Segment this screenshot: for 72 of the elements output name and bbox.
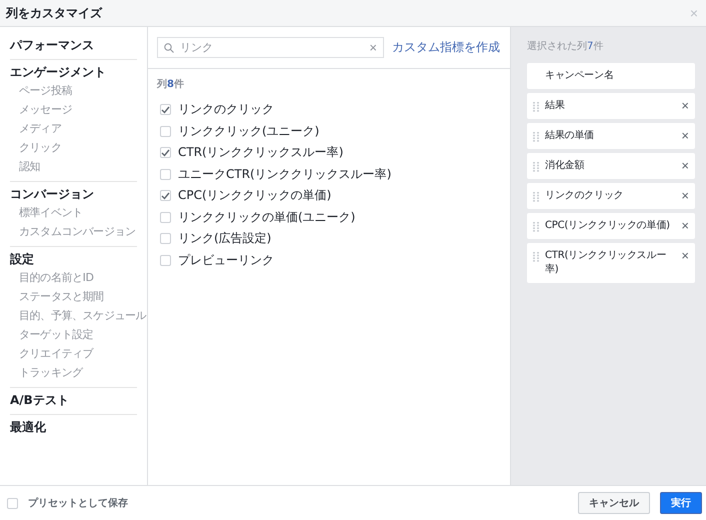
subcategory-item[interactable]: カスタムコンバージョン xyxy=(19,222,136,241)
checkbox[interactable] xyxy=(160,168,171,180)
drag-handle-icon[interactable] xyxy=(533,162,539,172)
subcategory-item[interactable]: トラッキング xyxy=(19,363,83,382)
drag-handle-icon[interactable] xyxy=(533,252,539,262)
drag-handle-icon[interactable] xyxy=(533,102,539,112)
save-preset-label: プリセットとして保存 xyxy=(28,496,129,510)
subcategory-item[interactable]: クリエイティブ xyxy=(19,344,94,363)
column-option[interactable]: ユニークCTR(リンククリックスルー率) xyxy=(178,166,392,183)
column-option[interactable]: リンククリック(ユニーク) xyxy=(178,122,320,140)
selected-column-card[interactable]: CPC(リンククリックの単価) × xyxy=(527,213,695,239)
category-heading[interactable]: 最適化 xyxy=(10,419,137,436)
column-option[interactable]: プレビューリンク xyxy=(178,252,274,269)
remove-button[interactable]: × xyxy=(681,129,689,142)
result-count: 列8件 xyxy=(156,78,185,92)
window-title: 列をカスタマイズ xyxy=(6,4,102,22)
column-option[interactable]: リンクのクリック xyxy=(178,101,274,118)
remove-button[interactable]: × xyxy=(681,99,689,112)
checkbox[interactable] xyxy=(7,498,18,508)
subcategory-item[interactable]: 目的、予算、スケジュール xyxy=(19,306,146,325)
drag-handle-icon[interactable] xyxy=(533,132,539,142)
subcategory-item[interactable]: ターゲット設定 xyxy=(19,325,94,344)
column-name: 結果 xyxy=(545,99,566,113)
search-icon xyxy=(164,42,174,52)
column-option[interactable]: CTR(リンククリックスルー率) xyxy=(178,144,344,162)
column-name: CTR(リンククリックスルー率) xyxy=(545,249,668,277)
category-heading[interactable]: エンゲージメント xyxy=(10,64,137,81)
apply-button[interactable]: 実行 xyxy=(660,492,702,514)
selected-count: 選択された列7件 xyxy=(527,40,604,53)
subcategory-item[interactable]: ステータスと期間 xyxy=(19,287,104,306)
column-option[interactable]: リンククリックの単価(ユニーク) xyxy=(178,208,356,226)
selected-column-card[interactable]: リンクのクリック × xyxy=(527,183,695,209)
checkbox[interactable] xyxy=(160,104,171,116)
drag-handle-icon[interactable] xyxy=(533,222,539,232)
selected-column-card[interactable]: CTR(リンククリックスルー率) × xyxy=(527,243,695,283)
checkbox[interactable] xyxy=(160,254,171,266)
remove-button[interactable]: × xyxy=(681,189,689,202)
create-custom-metric-link[interactable]: カスタム指標を作成 xyxy=(392,39,500,56)
subcategory-item[interactable]: ページ投稿 xyxy=(19,81,72,100)
drag-handle-icon[interactable] xyxy=(533,192,539,202)
category-heading[interactable]: A/Bテスト xyxy=(10,392,137,409)
category-heading[interactable]: 設定 xyxy=(10,251,137,268)
column-name: 消化金額 xyxy=(545,159,586,173)
column-name: キャンペーン名 xyxy=(544,69,615,83)
subcategory-item[interactable]: メッセージ xyxy=(19,100,72,119)
subcategory-item[interactable]: 目的の名前とID xyxy=(19,268,94,287)
checkbox[interactable] xyxy=(160,147,171,158)
remove-button[interactable]: × xyxy=(681,159,689,172)
selected-column-card[interactable]: キャンペーン名 xyxy=(527,63,695,89)
cancel-button[interactable]: キャンセル xyxy=(578,492,650,514)
checkbox[interactable] xyxy=(160,212,171,223)
subcategory-item[interactable]: 標準イベント xyxy=(19,203,83,222)
column-name: リンクのクリック xyxy=(545,189,624,203)
column-option[interactable]: リンク(広告設定) xyxy=(178,230,272,248)
search-field[interactable]: リンク × xyxy=(157,37,384,58)
category-heading[interactable]: コンバージョン xyxy=(10,186,137,203)
selected-column-card[interactable]: 結果の単価 × xyxy=(527,123,695,149)
remove-button[interactable]: × xyxy=(681,219,689,232)
column-option[interactable]: CPC(リンククリックの単価) xyxy=(178,187,332,204)
category-heading[interactable]: パフォーマンス xyxy=(10,37,137,54)
subcategory-item[interactable]: メディア xyxy=(19,119,62,138)
column-name: 結果の単価 xyxy=(545,129,596,143)
checkbox[interactable] xyxy=(160,126,171,137)
checkbox[interactable] xyxy=(160,190,171,202)
selected-column-card[interactable]: 消化金額 × xyxy=(527,153,695,179)
subcategory-item[interactable]: クリック xyxy=(19,138,62,157)
remove-button[interactable]: × xyxy=(681,249,689,262)
selected-column-card[interactable]: 結果 × xyxy=(527,93,695,119)
column-name: CPC(リンククリックの単価) xyxy=(545,219,671,233)
checkbox[interactable] xyxy=(160,233,171,244)
subcategory-item[interactable]: 認知 xyxy=(19,157,40,176)
clear-button[interactable]: × xyxy=(369,41,377,54)
